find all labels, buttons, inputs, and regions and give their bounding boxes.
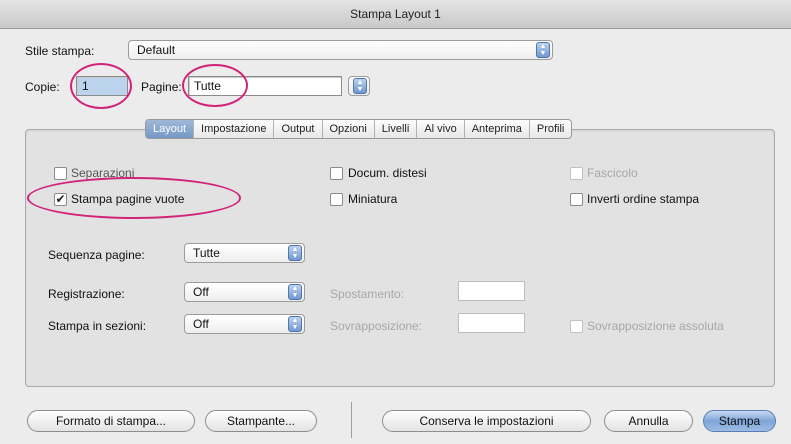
copies-input[interactable]: 1 xyxy=(76,76,128,96)
tab-anteprima[interactable]: Anteprima xyxy=(465,120,530,138)
fascicolo-label: Fascicolo xyxy=(587,166,638,180)
separazioni-label: Separazioni xyxy=(71,166,135,180)
spostamento-label: Spostamento: xyxy=(330,287,405,301)
window-title: Stampa Layout 1 xyxy=(0,0,791,29)
tab-impostazione[interactable]: Impostazione xyxy=(194,120,275,138)
popup-arrows-icon: ▲ ▼ xyxy=(536,42,550,58)
pages-input[interactable]: Tutte xyxy=(188,76,342,96)
tab-layout[interactable]: Layout xyxy=(146,120,195,138)
popup-arrows-icon: ▲ ▼ xyxy=(288,316,302,332)
sequenza-pagine-label: Sequenza pagine: xyxy=(48,248,145,262)
registrazione-select[interactable]: Off ▲ ▼ xyxy=(184,282,305,302)
tab-output[interactable]: Output xyxy=(274,120,323,138)
miniatura-label: Miniatura xyxy=(348,192,398,206)
tab-opzioni[interactable]: Opzioni xyxy=(323,120,375,138)
stampa-pagine-vuote-label: Stampa pagine vuote xyxy=(71,192,185,206)
sequenza-pagine-value: Tutte xyxy=(193,246,220,260)
pages-label: Pagine: xyxy=(141,80,182,94)
docum-distesi-checkbox[interactable] xyxy=(330,167,343,180)
popup-arrows-icon: ▲ ▼ xyxy=(288,284,302,300)
print-style-select[interactable]: Default ▲ ▼ xyxy=(128,40,553,60)
stampa-pagine-vuote-checkbox[interactable] xyxy=(54,193,67,206)
stampante-button[interactable]: Stampante... xyxy=(205,410,317,432)
tab-bar: Layout Impostazione Output Opzioni Livel… xyxy=(145,119,573,139)
print-style-label: Stile stampa: xyxy=(25,44,95,58)
tab-profili[interactable]: Profili xyxy=(530,120,572,138)
sovrapposizione-assoluta-checkbox[interactable] xyxy=(570,320,583,333)
miniatura-checkbox[interactable] xyxy=(330,193,343,206)
popup-arrows-icon: ▲ ▼ xyxy=(353,78,367,94)
stampa-in-sezioni-label: Stampa in sezioni: xyxy=(48,319,147,333)
tab-livelli[interactable]: Livelli xyxy=(375,120,418,138)
stampa-in-sezioni-select[interactable]: Off ▲ ▼ xyxy=(184,314,305,334)
registrazione-value: Off xyxy=(193,285,209,299)
annulla-button[interactable]: Annulla xyxy=(604,410,693,432)
inverti-ordine-label: Inverti ordine stampa xyxy=(587,192,700,206)
sovrapposizione-assoluta-label: Sovrapposizione assoluta xyxy=(587,319,724,333)
copies-label: Copie: xyxy=(25,80,60,94)
inverti-ordine-checkbox[interactable] xyxy=(570,193,583,206)
stampa-in-sezioni-value: Off xyxy=(193,317,209,331)
separazioni-checkbox[interactable] xyxy=(54,167,67,180)
registrazione-label: Registrazione: xyxy=(48,287,125,301)
sequenza-pagine-select[interactable]: Tutte ▲ ▼ xyxy=(184,243,305,263)
popup-arrows-icon: ▲ ▼ xyxy=(288,245,302,261)
fascicolo-checkbox[interactable] xyxy=(570,167,583,180)
spostamento-input[interactable] xyxy=(458,281,525,301)
tab-al-vivo[interactable]: Al vivo xyxy=(417,120,465,138)
pages-menu-button[interactable]: ▲ ▼ xyxy=(348,76,370,96)
sovrapposizione-label: Sovrapposizione: xyxy=(330,319,423,333)
stampa-button[interactable]: Stampa xyxy=(703,410,776,432)
button-divider xyxy=(351,402,352,438)
conserva-impostazioni-button[interactable]: Conserva le impostazioni xyxy=(382,410,591,432)
print-style-value: Default xyxy=(137,43,176,57)
docum-distesi-label: Docum. distesi xyxy=(348,166,427,180)
sovrapposizione-input[interactable] xyxy=(458,313,525,333)
formato-di-stampa-button[interactable]: Formato di stampa... xyxy=(27,410,195,432)
